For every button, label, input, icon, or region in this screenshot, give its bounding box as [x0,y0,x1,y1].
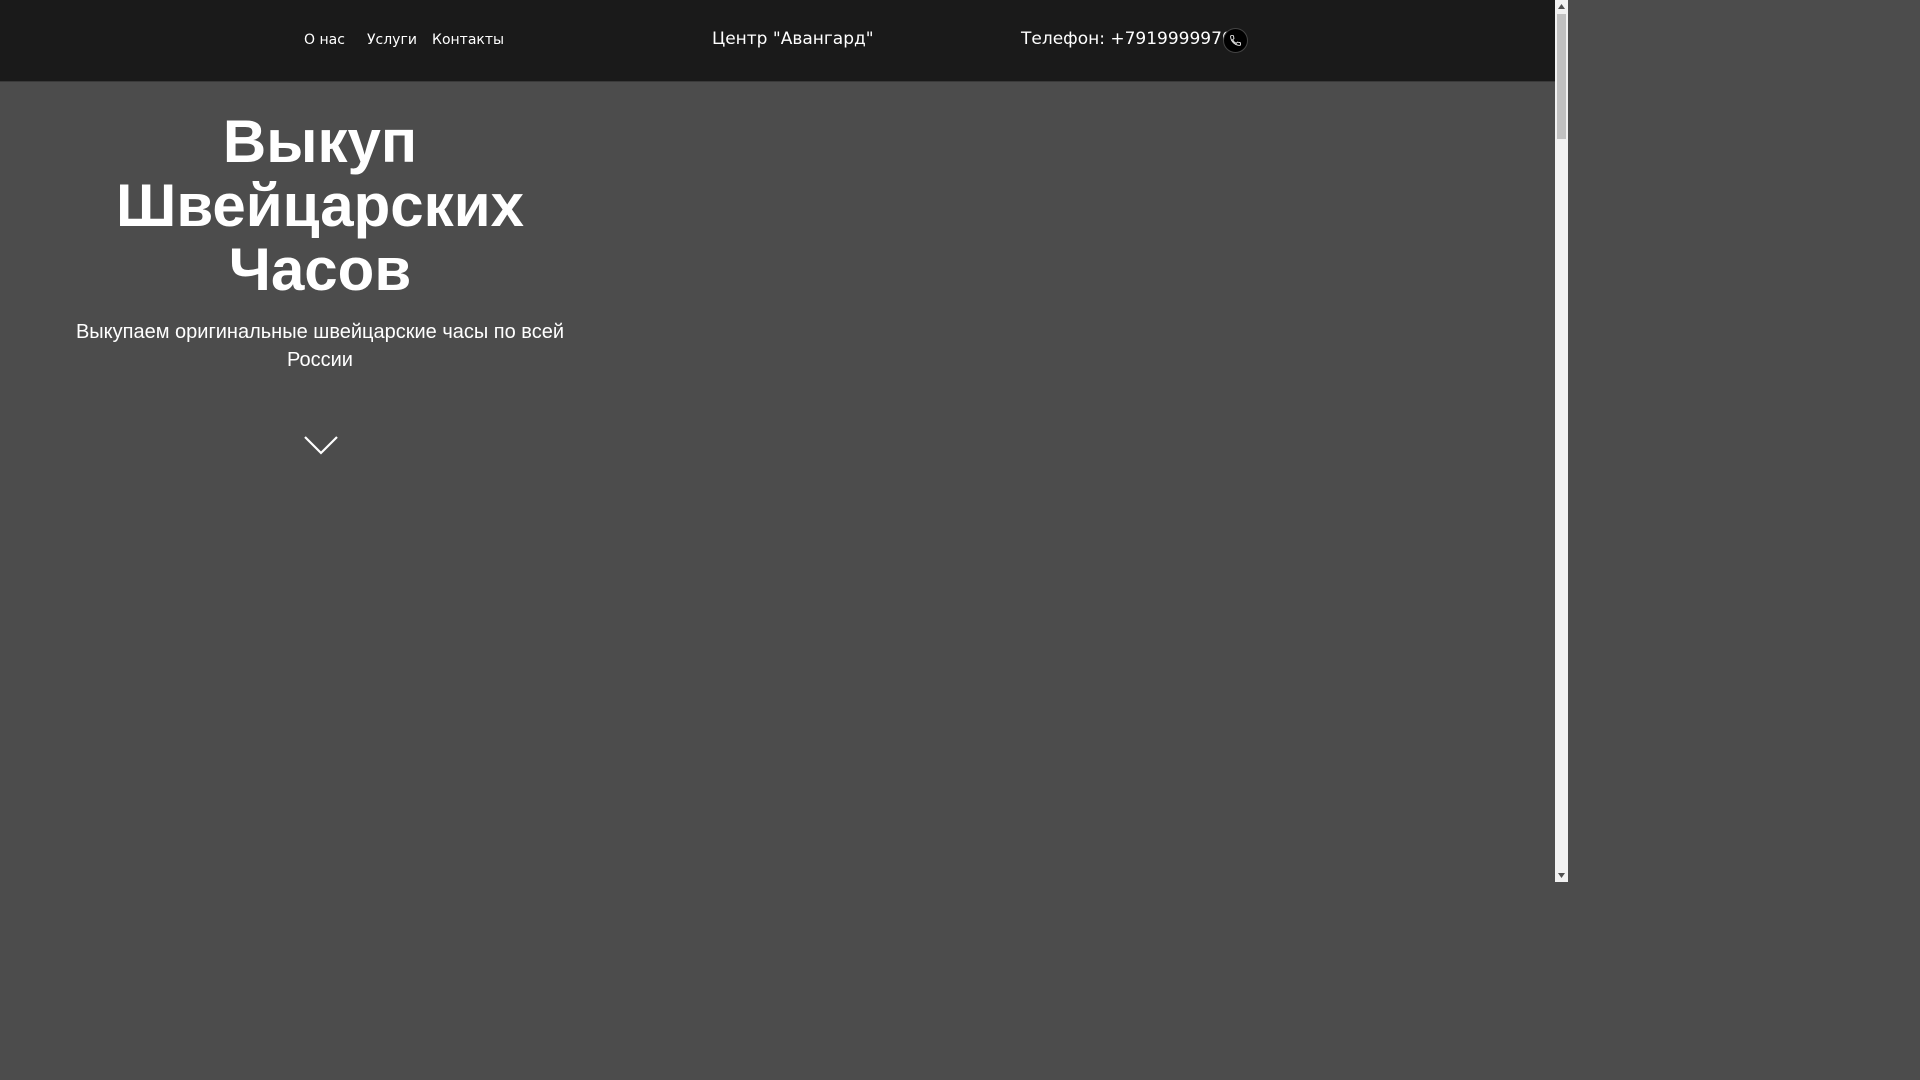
hero-section: Выкуп Швейцарских Часов Выкупаем оригина… [0,82,1555,882]
nav-link-about[interactable]: О нас [304,32,345,48]
chevron-down-icon [304,436,338,455]
scroll-up-arrow[interactable] [1555,0,1568,13]
scrollbar-thumb[interactable] [1557,14,1566,139]
phone-number[interactable]: Телефон: +79199999700 [1021,29,1244,49]
hero-subtitle: Выкупаем оригинальные швейцарские часы п… [75,321,565,371]
nav-link-contacts[interactable]: Контакты [432,32,504,48]
call-button[interactable] [1223,28,1248,53]
nav-link-services[interactable]: Услуги [367,32,417,48]
phone-icon [1230,35,1241,46]
brand-title[interactable]: Центр "Авангард" [712,29,874,49]
hero-title: Выкуп Швейцарских Часов [116,108,524,303]
page-scrollbar[interactable] [1555,0,1568,882]
triangle-down-icon [1558,873,1565,878]
scroll-down-button[interactable] [303,434,339,456]
scroll-down-arrow[interactable] [1555,869,1568,882]
site-header: О нас Услуги Контакты Центр "Авангард" Т… [0,0,1555,82]
triangle-up-icon [1558,4,1565,9]
